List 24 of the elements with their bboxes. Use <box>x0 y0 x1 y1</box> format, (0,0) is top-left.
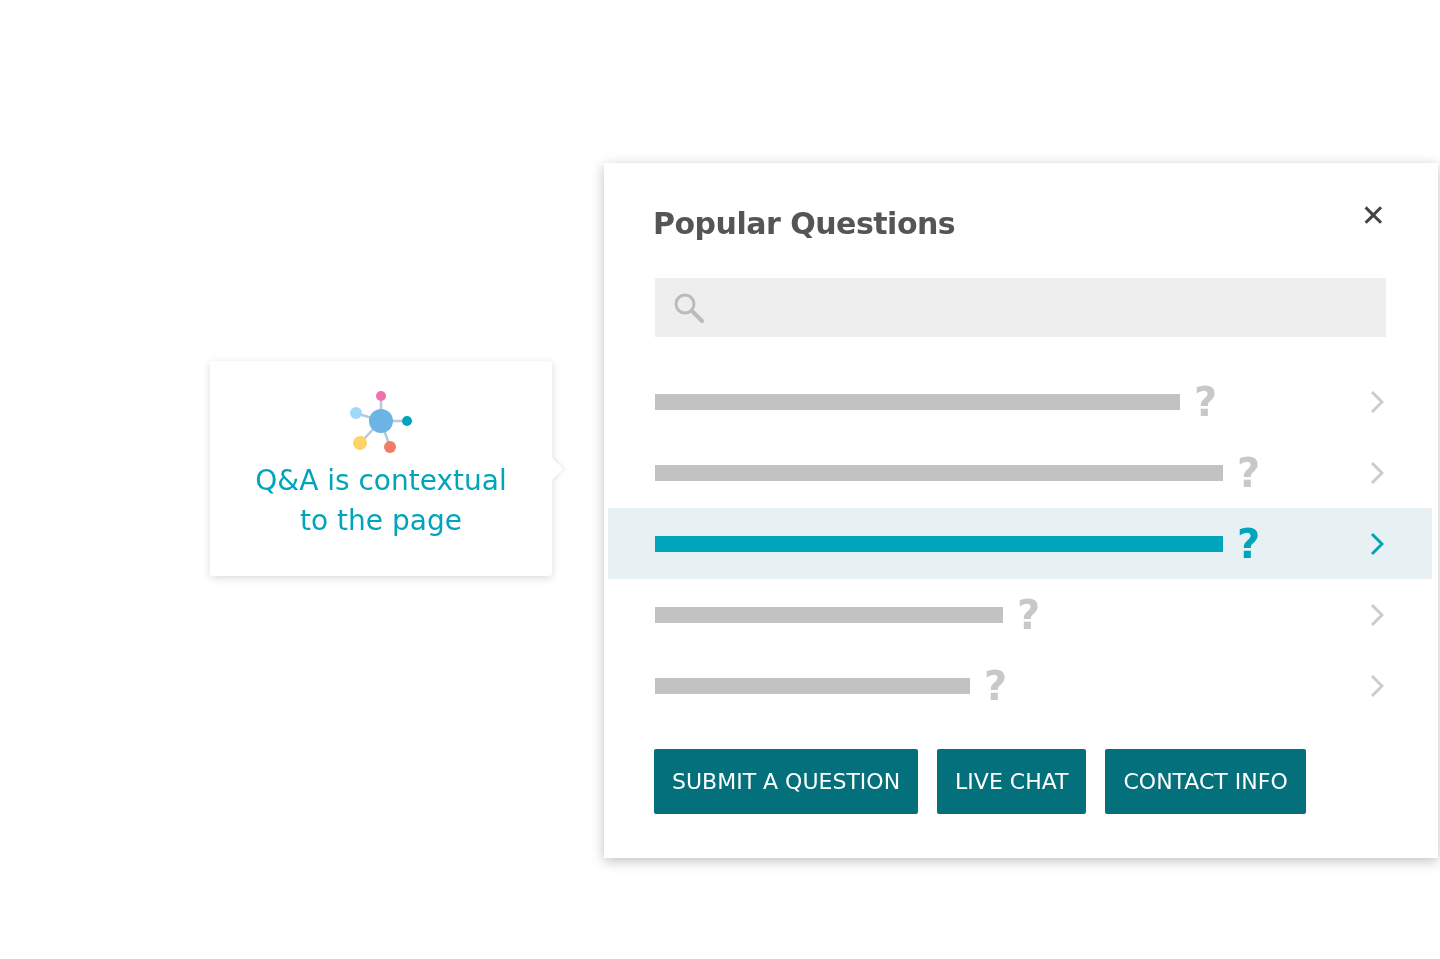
chevron-icon <box>1370 531 1384 556</box>
question-row[interactable]: ? <box>608 366 1432 437</box>
action-button[interactable]: CONTACT INFO <box>1105 749 1306 814</box>
callout-text: Q&A is contextual to the page <box>255 463 507 539</box>
chevron-icon <box>1370 673 1384 698</box>
question-mark: ? <box>1237 523 1261 564</box>
question-mark: ? <box>1237 452 1261 493</box>
chevron-icon <box>1370 460 1384 485</box>
panel-title: Popular Questions <box>653 205 956 243</box>
question-row[interactable]: ? <box>608 650 1432 721</box>
question-row[interactable]: ? <box>608 579 1432 650</box>
action-button[interactable]: LIVE CHAT <box>937 749 1087 814</box>
question-row[interactable]: ? <box>608 508 1432 579</box>
close-button[interactable]: ✕ <box>1360 201 1386 231</box>
network-icon <box>348 391 414 453</box>
chevron-icon <box>1370 602 1384 627</box>
chevron-icon <box>1370 389 1384 414</box>
question-mark: ? <box>1017 594 1041 635</box>
question-mark: ? <box>1194 381 1218 422</box>
question-row[interactable]: ? <box>608 437 1432 508</box>
search-field[interactable] <box>655 278 1386 337</box>
action-button[interactable]: SUBMIT A QUESTION <box>654 749 919 814</box>
search-icon <box>673 291 705 324</box>
question-mark: ? <box>984 665 1008 706</box>
